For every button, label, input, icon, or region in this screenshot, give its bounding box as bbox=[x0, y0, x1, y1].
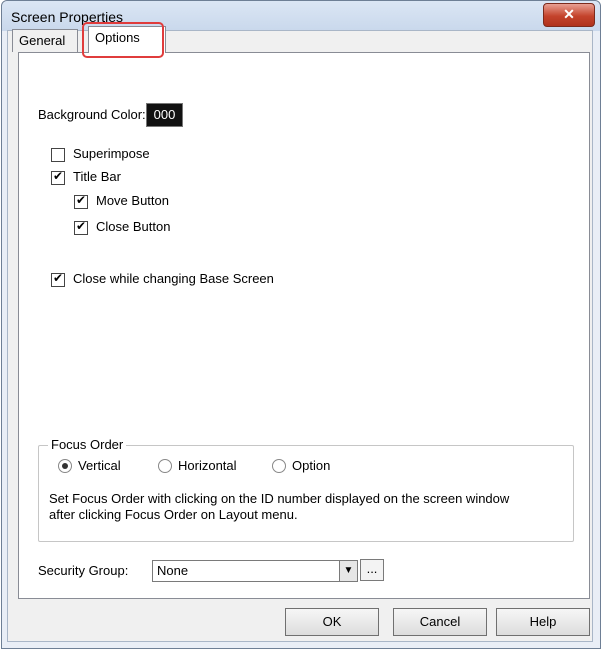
focus-order-horizontal-label: Horizontal bbox=[178, 458, 237, 473]
close-while-changing-label: Close while changing Base Screen bbox=[73, 271, 274, 286]
tab-general-label: General bbox=[19, 33, 66, 48]
title-bar-checkbox[interactable] bbox=[51, 169, 65, 185]
close-while-changing-checkbox[interactable] bbox=[51, 271, 65, 287]
tab-general[interactable]: General bbox=[12, 29, 78, 52]
superimpose-checkbox[interactable] bbox=[51, 148, 65, 162]
focus-order-note-line2: after clicking Focus Order on Layout men… bbox=[49, 507, 298, 522]
background-color-label: Background Color: bbox=[38, 107, 146, 122]
superimpose-label: Superimpose bbox=[73, 146, 150, 161]
close-button-label: Close Button bbox=[96, 219, 171, 234]
close-icon: ✕ bbox=[563, 6, 575, 22]
security-group-select[interactable]: None ▼ bbox=[152, 560, 358, 582]
close-window-button[interactable]: ✕ bbox=[543, 3, 595, 27]
title-bar-label: Title Bar bbox=[73, 169, 121, 184]
focus-order-option-radio[interactable] bbox=[272, 459, 286, 473]
focus-order-vertical-label: Vertical bbox=[78, 458, 121, 473]
security-group-label: Security Group: bbox=[38, 563, 129, 578]
focus-order-legend: Focus Order bbox=[48, 437, 127, 452]
focus-order-horizontal-radio[interactable] bbox=[158, 459, 172, 473]
cancel-button[interactable]: Cancel bbox=[393, 608, 487, 636]
tab-options-highlight bbox=[82, 22, 164, 58]
focus-order-note-line1: Set Focus Order with clicking on the ID … bbox=[49, 491, 510, 506]
focus-order-option-label: Option bbox=[292, 458, 331, 473]
chevron-down-icon[interactable]: ▼ bbox=[339, 561, 357, 581]
security-group-browse-button[interactable]: ... bbox=[360, 559, 384, 581]
move-button-label: Move Button bbox=[96, 193, 169, 208]
help-button[interactable]: Help bbox=[496, 608, 590, 636]
security-group-value: None bbox=[157, 563, 189, 578]
focus-order-vertical-radio[interactable] bbox=[58, 459, 72, 473]
background-color-button[interactable]: 000 bbox=[146, 103, 183, 127]
move-button-checkbox[interactable] bbox=[74, 193, 88, 209]
close-button-checkbox[interactable] bbox=[74, 219, 88, 235]
ok-button[interactable]: OK bbox=[285, 608, 379, 636]
